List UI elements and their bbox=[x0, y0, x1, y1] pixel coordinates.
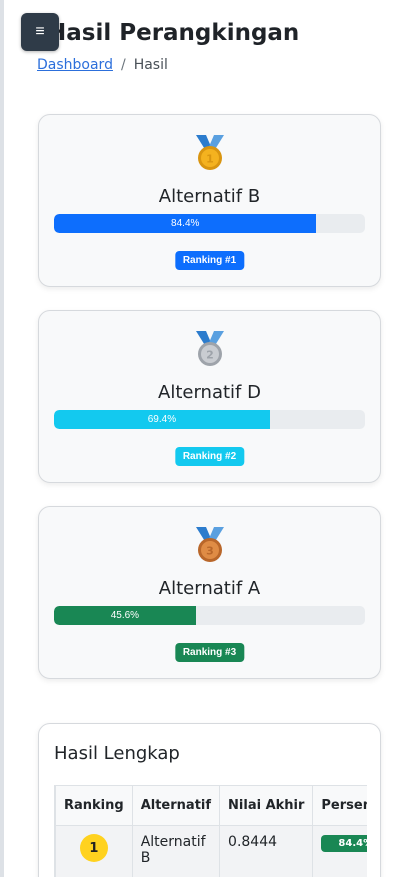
breadcrumb-link-dashboard[interactable]: Dashboard bbox=[37, 57, 113, 73]
results-card: Hasil Lengkap Ranking Alternatif Nilai A… bbox=[38, 723, 381, 877]
menu-toggle-button[interactable]: ≡ bbox=[21, 13, 59, 51]
results-table-scroll[interactable]: Ranking Alternatif Nilai Akhir Persentas… bbox=[54, 785, 367, 877]
ranking-card-2: 2 Alternatif D 69.4% Ranking #2 bbox=[38, 310, 381, 483]
column-header-nilai-akhir: Nilai Akhir bbox=[219, 785, 314, 826]
score-progress-fill: 45.6% bbox=[54, 606, 196, 625]
column-header-persentase: Persentase bbox=[312, 785, 367, 826]
ranking-badge: Ranking #3 bbox=[174, 643, 245, 662]
breadcrumb-separator: / bbox=[120, 57, 126, 73]
score-progress-bar: 69.4% bbox=[54, 410, 365, 429]
score-progress-bar: 45.6% bbox=[54, 606, 365, 625]
gold-medal-icon: 1 bbox=[195, 135, 224, 170]
breadcrumb-current: Hasil bbox=[133, 57, 168, 73]
percent-cell: 84.4% bbox=[312, 825, 367, 877]
svg-text:3: 3 bbox=[206, 545, 214, 558]
svg-text:1: 1 bbox=[206, 153, 214, 166]
column-header-ranking: Ranking bbox=[55, 785, 133, 826]
results-table: Ranking Alternatif Nilai Akhir Persentas… bbox=[55, 785, 367, 877]
alternative-cell: Alternatif B bbox=[131, 825, 221, 877]
score-cell: 0.8444 bbox=[219, 825, 314, 877]
ranking-card-1: 1 Alternatif B 84.4% Ranking #1 bbox=[38, 114, 381, 287]
ranking-card-3: 3 Alternatif A 45.6% Ranking #3 bbox=[38, 506, 381, 679]
svg-text:2: 2 bbox=[206, 349, 214, 362]
table-header-row: Ranking Alternatif Nilai Akhir Persentas… bbox=[55, 785, 367, 826]
alternative-name: Alternatif B bbox=[158, 186, 261, 207]
hamburger-icon: ≡ bbox=[35, 23, 45, 40]
results-title: Hasil Lengkap bbox=[54, 743, 180, 764]
alternative-name: Alternatif D bbox=[158, 382, 261, 403]
score-progress-fill: 69.4% bbox=[54, 410, 270, 429]
silver-medal-icon: 2 bbox=[195, 331, 224, 366]
score-progress-fill: 84.4% bbox=[54, 214, 317, 233]
main-content: ≡ Hasil Perangkingan Dashboard / Hasil 1… bbox=[4, 0, 407, 877]
bronze-medal-icon: 3 bbox=[195, 527, 224, 562]
alternative-name: Alternatif A bbox=[158, 578, 261, 599]
rank-circle: 1 bbox=[79, 834, 108, 862]
page-title: Hasil Perangkingan bbox=[47, 20, 300, 46]
rank-cell: 1 bbox=[55, 825, 133, 877]
column-header-alternatif: Alternatif bbox=[131, 785, 221, 826]
ranking-badge: Ranking #2 bbox=[174, 447, 245, 466]
score-progress-bar: 84.4% bbox=[54, 214, 365, 233]
percent-badge: 84.4% bbox=[321, 835, 367, 852]
breadcrumb: Dashboard / Hasil bbox=[37, 57, 168, 73]
table-row: 1 Alternatif B 0.8444 84.4% bbox=[55, 825, 367, 877]
ranking-badge: Ranking #1 bbox=[174, 251, 245, 270]
